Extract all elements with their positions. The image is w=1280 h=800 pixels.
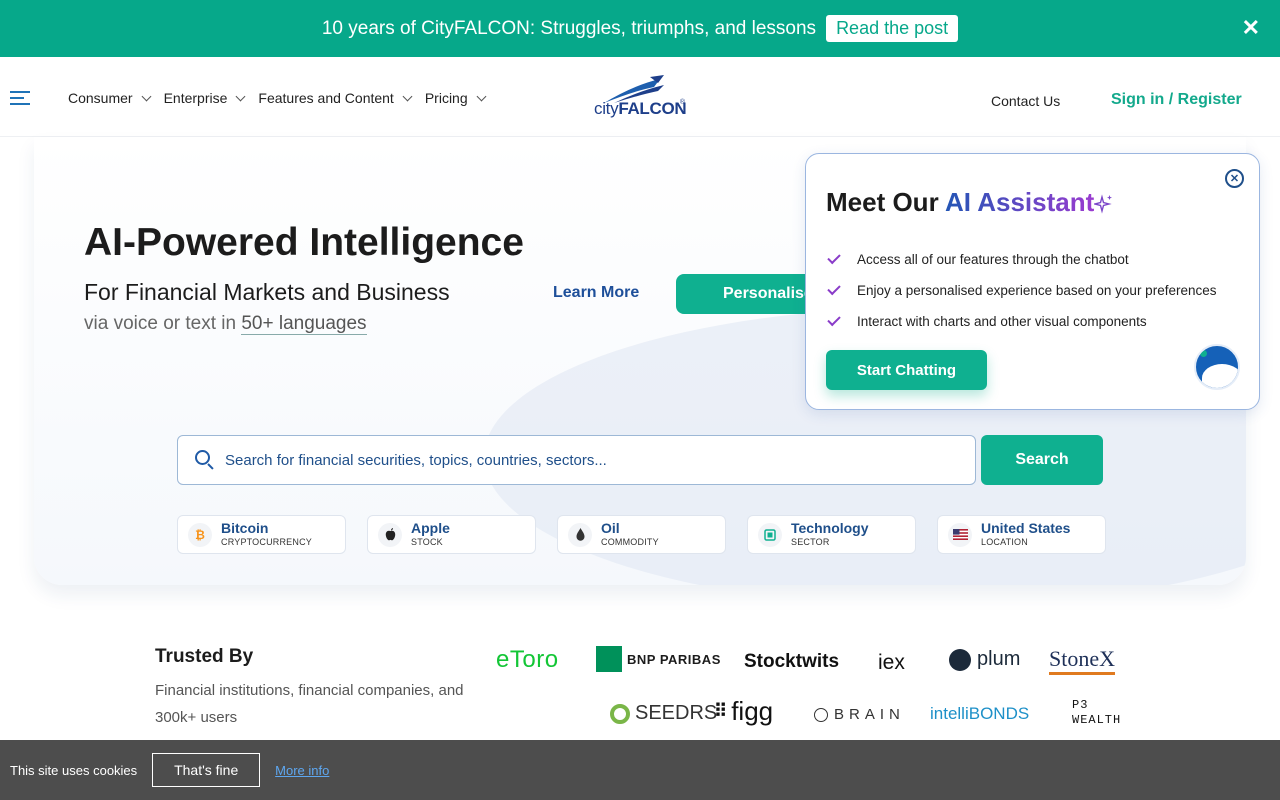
chip-name: United States	[981, 520, 1071, 536]
cookie-banner: This site uses cookies That's fine More …	[0, 740, 1280, 800]
nav-consumer[interactable]: Consumer	[68, 90, 152, 106]
logo-text: cityFALCON	[594, 99, 687, 118]
chip-name: Bitcoin	[221, 520, 269, 536]
etoro-logo: eToro	[496, 646, 559, 673]
check-icon	[827, 312, 841, 327]
learn-more-link[interactable]: Learn More	[553, 284, 639, 302]
bnp-paribas-logo: BNP PARIBAS	[596, 646, 721, 672]
trusted-by-description: Financial institutions, financial compan…	[155, 682, 464, 726]
chevron-down-icon	[476, 91, 487, 101]
signin-link[interactable]: Sign in / Register	[1111, 91, 1242, 109]
read-post-button[interactable]: Read the post	[826, 15, 959, 42]
chip-type: LOCATION	[981, 537, 1028, 547]
chip-type: CRYPTOCURRENCY	[221, 537, 312, 547]
oil-drop-icon	[568, 522, 592, 547]
apple-icon	[378, 522, 402, 547]
nav-label: Enterprise	[163, 90, 228, 106]
chip-name: Oil	[601, 520, 620, 536]
search-button[interactable]: Search	[981, 435, 1103, 485]
hero-title: AI-Powered Intelligence	[84, 221, 524, 264]
chip-name: Technology	[791, 520, 869, 536]
list-item: Interact with charts and other visual co…	[826, 306, 1216, 337]
menu-icon[interactable]	[10, 91, 30, 105]
title-prefix: Meet Our	[826, 187, 945, 217]
check-icon	[827, 250, 841, 265]
intellibonds-logo: intelliBONDS	[930, 704, 1030, 723]
site-header: Consumer Enterprise Features and Content…	[0, 57, 1280, 137]
check-icon	[827, 281, 841, 296]
search-input[interactable]	[225, 451, 945, 469]
chip-type: SECTOR	[791, 537, 830, 547]
chip-type: STOCK	[411, 537, 443, 547]
search-icon	[195, 450, 215, 470]
trusted-by-title: Trusted By	[155, 646, 254, 667]
nav-label: Pricing	[424, 90, 468, 106]
chevron-down-icon	[402, 91, 413, 101]
iex-logo: iex	[878, 651, 905, 674]
hero-subtitle: For Financial Markets and Business	[84, 279, 450, 305]
logo-registered: ®	[679, 99, 685, 106]
p3-wealth-logo: P3 WEALTH	[1072, 698, 1122, 727]
cookie-text: This site uses cookies	[10, 762, 138, 778]
contact-link[interactable]: Contact Us	[991, 93, 1060, 109]
start-chatting-button[interactable]: Start Chatting	[826, 350, 987, 390]
stonex-logo: StoneX	[1049, 646, 1115, 675]
sparkle-icon	[1094, 194, 1112, 214]
chip-name: Apple	[411, 520, 450, 536]
feature-text: Enjoy a personalised experience based on…	[857, 283, 1217, 298]
languages-prefix: via voice or text in	[84, 313, 242, 334]
plum-mark-icon	[949, 648, 971, 671]
accept-cookies-button[interactable]: That's fine	[152, 753, 261, 787]
seedrs-logo: SEEDRS	[610, 702, 717, 725]
announcement-bar: 10 years of CityFALCON: Struggles, trium…	[0, 0, 1280, 57]
chevron-down-icon	[141, 91, 152, 101]
search-box	[177, 435, 976, 485]
ai-feature-list: Access all of our features through the c…	[826, 244, 1216, 337]
nav-label: Consumer	[68, 90, 133, 106]
chip-apple[interactable]: Apple STOCK	[367, 515, 536, 554]
chip-bitcoin[interactable]: ₿ Bitcoin CRYPTOCURRENCY	[177, 515, 346, 554]
chip-oil[interactable]: Oil COMMODITY	[557, 515, 726, 554]
brain-logo: BRAIN	[814, 706, 905, 723]
hero-subtitle-languages: via voice or text in 50+ languages	[84, 313, 367, 335]
feature-text: Interact with charts and other visual co…	[857, 314, 1147, 329]
figg-logo: ⠿ figg	[714, 696, 774, 726]
list-item: Enjoy a personalised experience based on…	[826, 275, 1216, 306]
ai-assistant-popup: ✕ Meet Our AI Assistant Access all of ou…	[805, 153, 1260, 410]
languages-link[interactable]: 50+ languages	[241, 313, 367, 335]
seedrs-mark-icon	[610, 703, 630, 724]
chevron-down-icon	[235, 91, 246, 101]
nav-pricing[interactable]: Pricing	[424, 90, 487, 106]
bnp-mark-icon	[596, 646, 622, 672]
main-nav: Consumer Enterprise Features and Content…	[68, 90, 499, 106]
suggestion-chips: ₿ Bitcoin CRYPTOCURRENCY Apple STOCK Oil CO…	[177, 515, 1127, 554]
chip-icon	[758, 522, 782, 547]
announcement-text: 10 years of CityFALCON: Struggles, trium…	[321, 17, 817, 39]
close-icon[interactable]: ✕	[1242, 17, 1260, 39]
figg-mark-icon: ⠿	[714, 701, 728, 721]
bitcoin-icon: ₿	[188, 522, 212, 547]
chip-technology[interactable]: Technology SECTOR	[747, 515, 916, 554]
list-item: Access all of our features through the c…	[826, 244, 1216, 275]
nav-features[interactable]: Features and Content	[258, 90, 413, 106]
cityfalcon-logo[interactable]: cityFALCON ®	[594, 75, 689, 121]
chip-united-states[interactable]: United States LOCATION	[937, 515, 1106, 554]
plum-logo: plum	[949, 648, 1020, 671]
close-icon[interactable]: ✕	[1225, 169, 1244, 188]
stocktwits-logo: Stocktwits	[744, 651, 840, 672]
title-highlight: AI Assistant	[944, 187, 1095, 217]
brain-mark-icon	[814, 707, 828, 722]
feature-text: Access all of our features through the c…	[857, 252, 1129, 267]
us-flag-icon	[948, 522, 972, 547]
chip-type: COMMODITY	[601, 537, 659, 547]
chatbot-avatar-icon[interactable]	[1194, 344, 1240, 390]
nav-label: Features and Content	[258, 90, 394, 106]
nav-enterprise[interactable]: Enterprise	[163, 90, 246, 106]
ai-assistant-title: Meet Our AI Assistant	[826, 187, 1094, 218]
cookie-more-info-link[interactable]: More info	[275, 763, 329, 778]
